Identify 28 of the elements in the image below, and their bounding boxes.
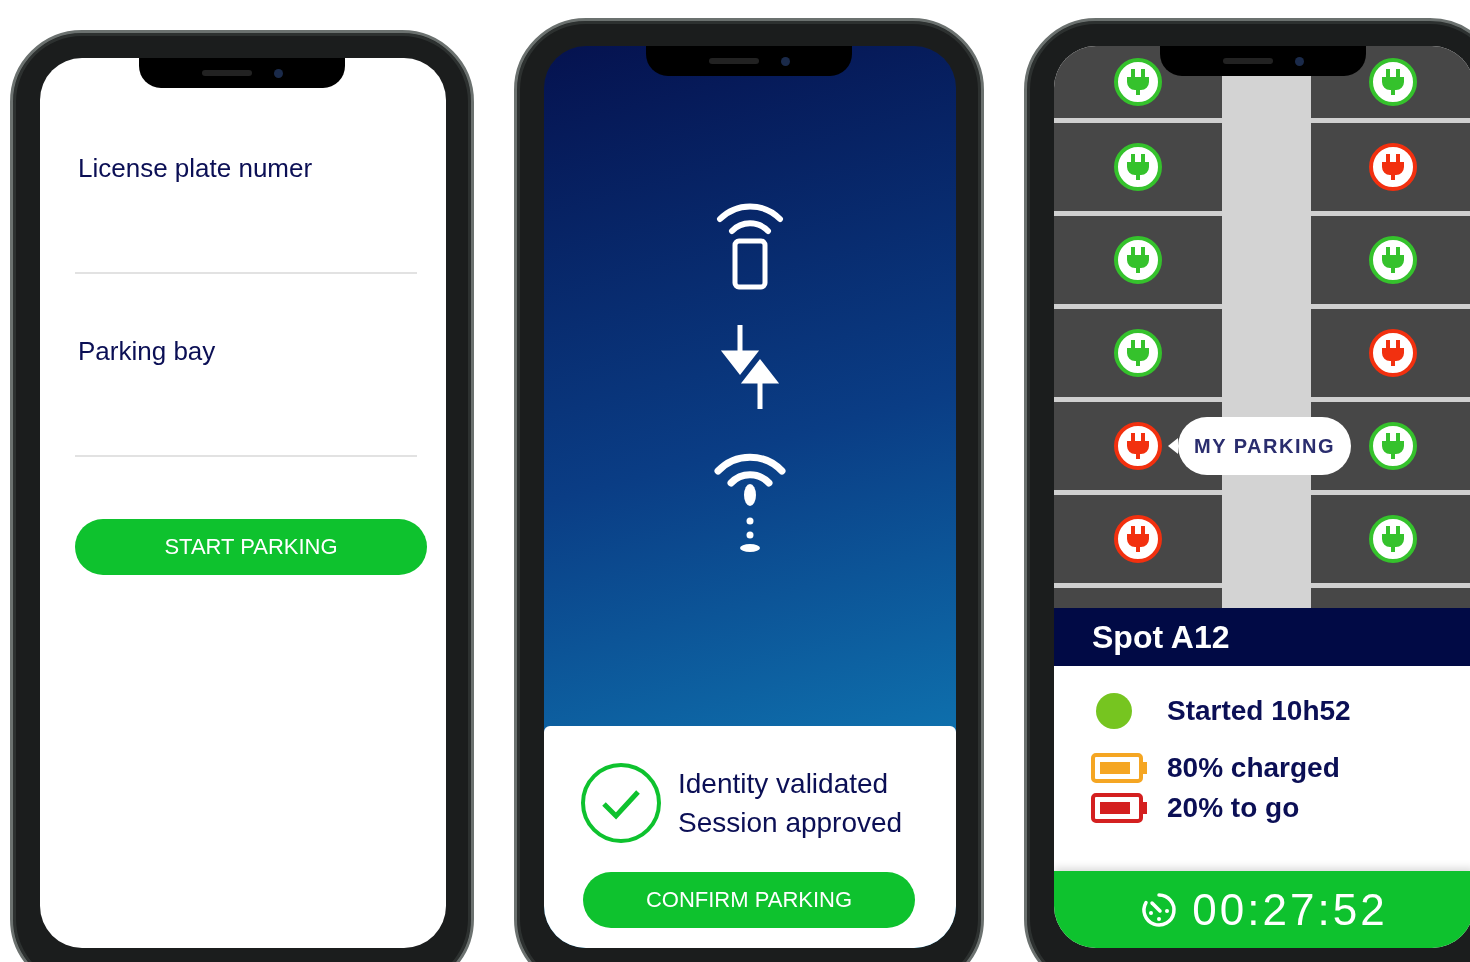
status-text: Identity validated: [678, 767, 890, 801]
plug-icon[interactable]: [1114, 58, 1162, 106]
spot-title: Spot A12: [1054, 608, 1470, 666]
timer-text: 00:27:52: [1192, 884, 1388, 935]
plug-icon[interactable]: [1114, 143, 1162, 191]
callout-label: MY PARKING: [1168, 417, 1351, 475]
plug-icon[interactable]: [1114, 515, 1162, 563]
stopwatch-icon: [1140, 890, 1179, 929]
detail-text: 80% charged: [1167, 752, 1340, 784]
plug-icon[interactable]: [1368, 422, 1417, 470]
plug-icon[interactable]: [1368, 58, 1417, 106]
plug-icon[interactable]: [1114, 236, 1162, 284]
plug-icon[interactable]: [1368, 236, 1417, 284]
field-label: License plate numer: [78, 153, 314, 184]
plug-icon[interactable]: [1114, 329, 1162, 377]
plug-icon[interactable]: [1368, 329, 1417, 377]
status-text: Session approved: [678, 806, 903, 840]
phone-signal-icon: [716, 201, 784, 291]
plug-icon[interactable]: [1368, 515, 1417, 563]
start-button[interactable]: START PARKING: [75, 519, 427, 575]
plug-icon[interactable]: [1368, 143, 1417, 191]
plug-icon[interactable]: [1114, 422, 1162, 470]
transfer-arrows-icon: [720, 325, 780, 409]
confirm-button[interactable]: CONFIRM PARKING: [583, 872, 915, 928]
check-circle-icon: [580, 762, 662, 844]
field-label: Parking bay: [78, 336, 217, 367]
detail-text: Started 10h52: [1167, 695, 1351, 727]
detail-text: 20% to go: [1167, 792, 1300, 824]
